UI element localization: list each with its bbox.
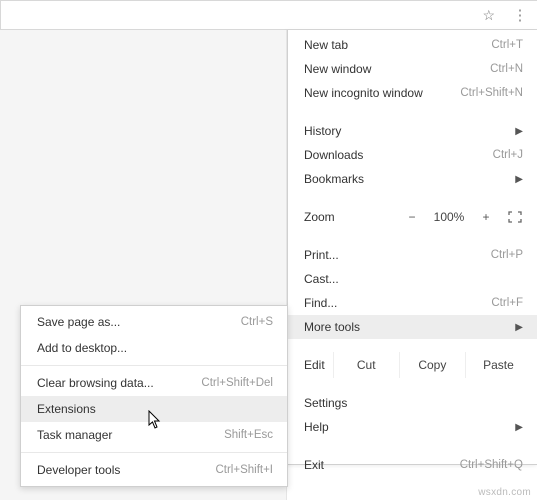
chevron-right-icon: ▶ xyxy=(515,174,523,185)
menu-new-window[interactable]: New window Ctrl+N xyxy=(288,57,537,81)
menu-label: Save page as... xyxy=(37,315,241,329)
menu-label: More tools xyxy=(304,320,509,334)
separator xyxy=(21,365,287,366)
menu-settings[interactable]: Settings xyxy=(288,391,537,415)
menu-exit[interactable]: Exit Ctrl+Shift+Q xyxy=(288,453,537,477)
edit-cut-button[interactable]: Cut xyxy=(333,352,399,378)
menu-label: Help xyxy=(304,420,509,434)
menu-shortcut: Ctrl+P xyxy=(491,249,523,261)
edit-copy-button[interactable]: Copy xyxy=(399,352,465,378)
menu-label: Clear browsing data... xyxy=(37,376,201,390)
menu-label: Print... xyxy=(304,248,491,262)
menu-label: New window xyxy=(304,62,490,76)
submenu-add-desktop[interactable]: Add to desktop... xyxy=(21,335,287,361)
menu-label: New incognito window xyxy=(304,86,460,100)
menu-label: History xyxy=(304,124,509,138)
submenu-extensions[interactable]: Extensions xyxy=(21,396,287,422)
menu-shortcut: Shift+Esc xyxy=(224,429,273,441)
menu-label: Cast... xyxy=(304,272,523,286)
menu-button[interactable]: ⋮ xyxy=(507,3,533,27)
menu-shortcut: Ctrl+F xyxy=(491,297,523,309)
menu-shortcut: Ctrl+J xyxy=(493,149,523,161)
menu-label: Exit xyxy=(304,458,460,472)
zoom-out-button[interactable]: − xyxy=(399,206,425,228)
menu-label: Extensions xyxy=(37,402,273,416)
menu-zoom-row: Zoom − 100% + xyxy=(288,202,537,232)
menu-label: Find... xyxy=(304,296,491,310)
menu-edit-row: Edit Cut Copy Paste xyxy=(288,350,537,380)
edit-paste-button[interactable]: Paste xyxy=(465,352,531,378)
fullscreen-button[interactable] xyxy=(503,207,527,227)
menu-shortcut: Ctrl+Shift+I xyxy=(215,464,273,476)
menu-shortcut: Ctrl+T xyxy=(491,39,523,51)
menu-label: New tab xyxy=(304,38,491,52)
menu-shortcut: Ctrl+N xyxy=(490,63,523,75)
menu-shortcut: Ctrl+Shift+Q xyxy=(460,459,523,471)
separator xyxy=(21,452,287,453)
menu-downloads[interactable]: Downloads Ctrl+J xyxy=(288,143,537,167)
star-icon[interactable]: ☆ xyxy=(476,7,501,24)
chevron-right-icon: ▶ xyxy=(515,422,523,433)
menu-shortcut: Ctrl+Shift+Del xyxy=(201,377,273,389)
watermark: wsxdn.com xyxy=(478,487,531,498)
submenu-clear-data[interactable]: Clear browsing data... Ctrl+Shift+Del xyxy=(21,370,287,396)
main-menu: New tab Ctrl+T New window Ctrl+N New inc… xyxy=(287,30,537,465)
submenu-save-page[interactable]: Save page as... Ctrl+S xyxy=(21,309,287,335)
edit-label: Edit xyxy=(304,352,333,378)
menu-label: Downloads xyxy=(304,148,493,162)
menu-shortcut: Ctrl+Shift+N xyxy=(460,87,523,99)
menu-bookmarks[interactable]: Bookmarks ▶ xyxy=(288,167,537,191)
chevron-right-icon: ▶ xyxy=(515,322,523,333)
menu-find[interactable]: Find... Ctrl+F xyxy=(288,291,537,315)
browser-toolbar: ☆ ⋮ xyxy=(0,0,537,30)
menu-history[interactable]: History ▶ xyxy=(288,119,537,143)
zoom-label: Zoom xyxy=(304,210,395,224)
menu-label: Bookmarks xyxy=(304,172,509,186)
menu-label: Add to desktop... xyxy=(37,341,273,355)
menu-cast[interactable]: Cast... xyxy=(288,267,537,291)
menu-help[interactable]: Help ▶ xyxy=(288,415,537,439)
menu-shortcut: Ctrl+S xyxy=(241,316,273,328)
submenu-developer-tools[interactable]: Developer tools Ctrl+Shift+I xyxy=(21,457,287,483)
submenu-task-manager[interactable]: Task manager Shift+Esc xyxy=(21,422,287,448)
menu-label: Developer tools xyxy=(37,463,215,477)
zoom-in-button[interactable]: + xyxy=(473,206,499,228)
fullscreen-icon xyxy=(508,211,522,223)
menu-new-tab[interactable]: New tab Ctrl+T xyxy=(288,33,537,57)
more-vertical-icon: ⋮ xyxy=(513,6,528,24)
chevron-right-icon: ▶ xyxy=(515,126,523,137)
more-tools-submenu: Save page as... Ctrl+S Add to desktop...… xyxy=(20,305,288,487)
menu-more-tools[interactable]: More tools ▶ xyxy=(288,315,537,339)
menu-new-incognito[interactable]: New incognito window Ctrl+Shift+N xyxy=(288,81,537,105)
menu-label: Task manager xyxy=(37,428,224,442)
menu-label: Settings xyxy=(304,396,523,410)
menu-print[interactable]: Print... Ctrl+P xyxy=(288,243,537,267)
zoom-value: 100% xyxy=(429,210,469,224)
